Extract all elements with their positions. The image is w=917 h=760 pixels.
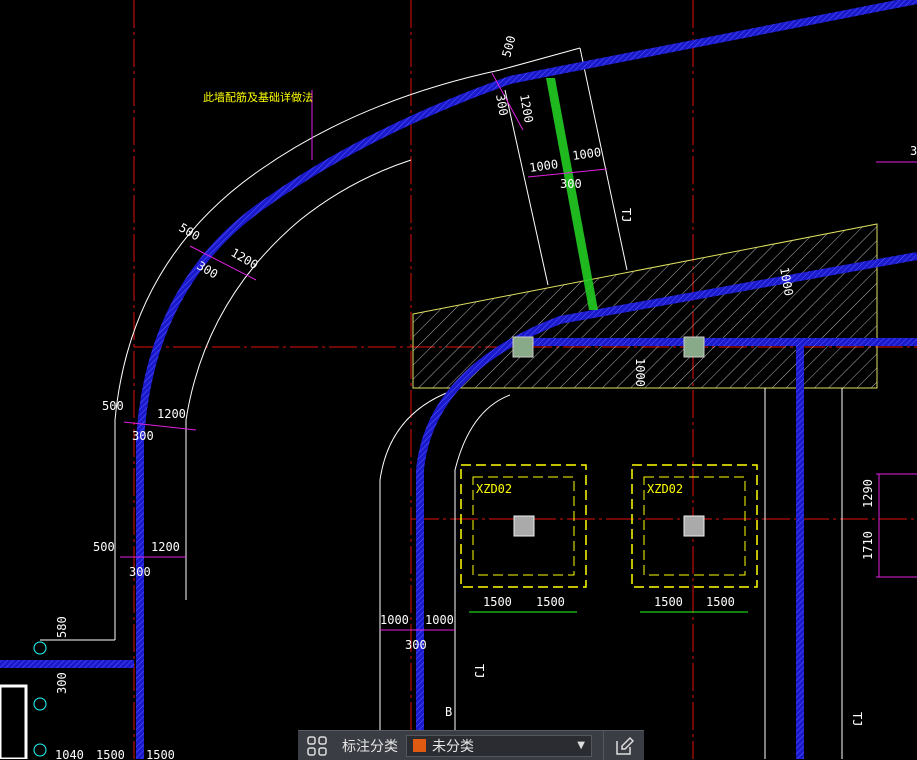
foundation-label: XZD02: [647, 482, 683, 496]
dim-text: 1000: [425, 613, 454, 627]
dim-text: 500: [499, 34, 518, 59]
dim-text: 580: [55, 616, 69, 638]
category-selected-value: 未分类: [432, 738, 474, 755]
dim-text: 300: [55, 672, 69, 694]
dim-text: 300: [132, 429, 154, 443]
dim-text: 300: [129, 565, 151, 579]
dim-text: 1500: [483, 595, 512, 609]
dim-text: 1000: [633, 358, 647, 387]
dim-text: 1500: [96, 748, 125, 759]
dim-text: 3: [910, 144, 917, 158]
dim-text: TJ: [472, 664, 486, 678]
dim-text: 1200: [517, 93, 536, 124]
dim-text: 1500: [146, 748, 175, 759]
dim-text: 500: [93, 540, 115, 554]
dim-text: 1200: [157, 407, 186, 421]
dim-text: 300: [405, 638, 427, 652]
cad-drawing-canvas[interactable]: XZD02 1500 1500 XZD02 1500 1500 此墙配筋及基础详…: [0, 0, 917, 759]
dim-text: 1710: [861, 531, 875, 560]
foundation-2[interactable]: XZD02 1500 1500: [631, 464, 758, 613]
dim-text: 300: [560, 177, 582, 191]
category-color-swatch: [413, 739, 426, 752]
green-rebar: [546, 78, 598, 310]
dim-text: 1500: [706, 595, 735, 609]
dim-text: B: [445, 705, 452, 719]
annotation-category-select[interactable]: 未分类 ▼: [406, 734, 592, 757]
dim-text: 1000: [528, 157, 559, 175]
dim-text: 1000: [380, 613, 409, 627]
dimension-texts: 500 300 1200 1000 1000 300 500 300 1200 …: [55, 34, 917, 759]
dim-text: 1040: [55, 748, 84, 759]
dim-text: 1000: [571, 145, 602, 163]
grid-icon[interactable]: [298, 731, 336, 760]
chevron-down-icon[interactable]: ▼: [577, 740, 585, 751]
foundation-1[interactable]: XZD02 1500 1500: [460, 464, 587, 613]
edit-icon[interactable]: [603, 731, 644, 760]
dim-text: 500: [102, 399, 124, 413]
annotation-category-label: 标注分类: [342, 738, 398, 755]
dim-text: TJ: [850, 712, 864, 726]
foundation-label: XZD02: [476, 482, 512, 496]
dim-text: 300: [493, 93, 511, 117]
annotation-toolbar: 标注分类 未分类 ▼: [298, 730, 644, 760]
dim-text: 1290: [861, 479, 875, 508]
left-building: [0, 641, 47, 759]
wall-note: 此墙配筋及基础详做法: [203, 90, 313, 104]
dim-text: 1200: [151, 540, 180, 554]
dim-text: 1500: [536, 595, 565, 609]
dim-text: TJ: [619, 208, 633, 222]
dim-text: 1500: [654, 595, 683, 609]
